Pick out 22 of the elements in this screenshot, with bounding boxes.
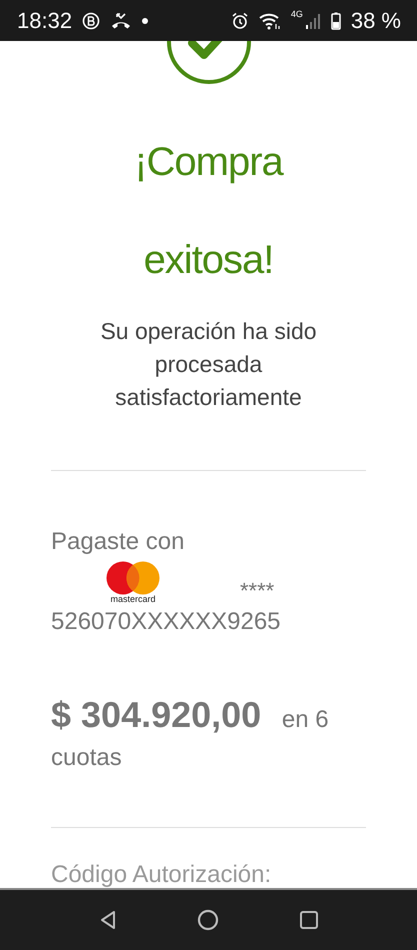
payment-amount: $ 304.920,00 en 6 cuotas [51, 696, 330, 773]
b-badge-icon [82, 12, 100, 30]
missed-call-icon [110, 12, 132, 30]
battery-percent: 38 % [350, 8, 401, 34]
status-time: 18:32 [17, 8, 72, 34]
back-icon[interactable] [98, 910, 116, 930]
card-logo-icon [106, 560, 160, 594]
card-number: 526070XXXXXX9265 [51, 608, 282, 636]
home-icon[interactable] [196, 909, 218, 931]
recents-icon[interactable] [298, 910, 318, 930]
dot-icon [142, 18, 148, 24]
wifi-icon [258, 12, 281, 30]
alarm-icon [230, 12, 249, 30]
success-message: Su operación ha sido procesada satisfactoriamente [99, 317, 318, 412]
battery-icon [330, 12, 341, 30]
success-title: ¡Compra exitosa! [133, 139, 285, 284]
card-mask: **** [240, 578, 274, 604]
authorization-label: Código Autorización: [51, 861, 272, 888]
card-logo-text: mastercard [110, 594, 156, 604]
network-type: 4G [290, 9, 303, 19]
paid-with-label: Pagaste con [51, 528, 186, 556]
signal-icon [304, 12, 321, 30]
